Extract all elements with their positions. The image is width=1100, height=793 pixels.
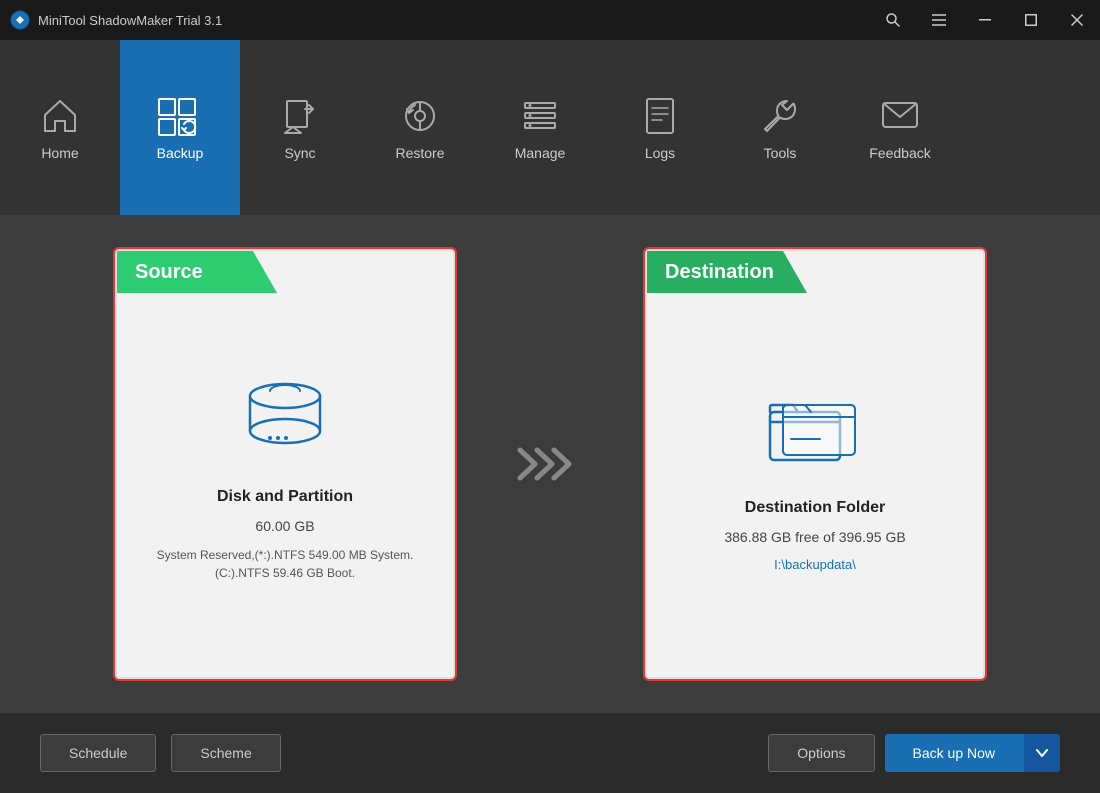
scheme-button[interactable]: Scheme bbox=[171, 734, 280, 772]
nav-item-sync[interactable]: Sync bbox=[240, 40, 360, 215]
nav-item-feedback[interactable]: Feedback bbox=[840, 40, 960, 215]
schedule-button[interactable]: Schedule bbox=[40, 734, 156, 772]
nav-bar: Home Backup Sync bbox=[0, 40, 1100, 215]
nav-item-backup[interactable]: Backup bbox=[120, 40, 240, 215]
source-header-text: Source bbox=[135, 261, 203, 284]
disk-icon bbox=[235, 376, 335, 456]
nav-label-sync: Sync bbox=[284, 145, 315, 161]
feedback-icon bbox=[879, 95, 921, 137]
destination-header-text: Destination bbox=[665, 261, 774, 284]
logs-icon bbox=[639, 95, 681, 137]
window-controls bbox=[870, 0, 1100, 40]
nav-item-restore[interactable]: Restore bbox=[360, 40, 480, 215]
backup-now-button[interactable]: Back up Now bbox=[885, 734, 1023, 772]
forward-arrow-icon bbox=[515, 442, 585, 486]
title-bar: MiniTool ShadowMaker Trial 3.1 bbox=[0, 0, 1100, 40]
destination-card[interactable]: Destination Destination Folder 386.88 GB… bbox=[645, 249, 985, 679]
nav-label-home: Home bbox=[41, 145, 78, 161]
destination-free-space: 386.88 GB free of 396.95 GB bbox=[724, 529, 905, 545]
destination-title: Destination Folder bbox=[745, 499, 885, 517]
nav-label-restore: Restore bbox=[395, 145, 444, 161]
maximize-button[interactable] bbox=[1008, 0, 1054, 40]
destination-path: I:\backupdata\ bbox=[774, 557, 856, 572]
restore-icon bbox=[399, 95, 441, 137]
destination-header: Destination bbox=[647, 251, 807, 293]
source-header: Source bbox=[117, 251, 277, 293]
backup-now-dropdown[interactable] bbox=[1023, 734, 1060, 772]
nav-label-tools: Tools bbox=[764, 145, 797, 161]
arrow-container bbox=[515, 442, 585, 486]
menu-button[interactable] bbox=[916, 0, 962, 40]
nav-item-logs[interactable]: Logs bbox=[600, 40, 720, 215]
tools-icon bbox=[759, 95, 801, 137]
backup-now-group: Back up Now bbox=[885, 734, 1060, 772]
nav-label-feedback: Feedback bbox=[869, 145, 930, 161]
manage-icon bbox=[519, 95, 561, 137]
source-title: Disk and Partition bbox=[217, 488, 353, 506]
minimize-button[interactable] bbox=[962, 0, 1008, 40]
app-icon bbox=[10, 10, 30, 30]
options-button[interactable]: Options bbox=[768, 734, 874, 772]
source-description: System Reserved,(*:).NTFS 549.00 MB Syst… bbox=[137, 546, 433, 582]
backup-icon bbox=[155, 95, 205, 137]
nav-label-backup: Backup bbox=[157, 145, 204, 161]
home-icon bbox=[39, 95, 81, 137]
nav-item-tools[interactable]: Tools bbox=[720, 40, 840, 215]
destination-content: Destination Folder 386.88 GB free of 396… bbox=[724, 387, 905, 572]
bottom-bar: Schedule Scheme Options Back up Now bbox=[0, 713, 1100, 793]
nav-item-home[interactable]: Home bbox=[0, 40, 120, 215]
search-button[interactable] bbox=[870, 0, 916, 40]
bottom-right-buttons: Options Back up Now bbox=[768, 734, 1060, 772]
source-card[interactable]: Source Disk and Partition 60.00 GB Syste… bbox=[115, 249, 455, 679]
nav-label-logs: Logs bbox=[645, 145, 675, 161]
bottom-left-buttons: Schedule Scheme bbox=[40, 734, 281, 772]
nav-item-manage[interactable]: Manage bbox=[480, 40, 600, 215]
sync-icon bbox=[279, 95, 321, 137]
folder-icon bbox=[765, 387, 865, 467]
source-size: 60.00 GB bbox=[255, 518, 314, 534]
close-button[interactable] bbox=[1054, 0, 1100, 40]
window-title: MiniTool ShadowMaker Trial 3.1 bbox=[38, 13, 222, 28]
main-content: Source Disk and Partition 60.00 GB Syste… bbox=[0, 215, 1100, 713]
nav-label-manage: Manage bbox=[515, 145, 566, 161]
source-content: Disk and Partition 60.00 GB System Reser… bbox=[137, 376, 433, 582]
